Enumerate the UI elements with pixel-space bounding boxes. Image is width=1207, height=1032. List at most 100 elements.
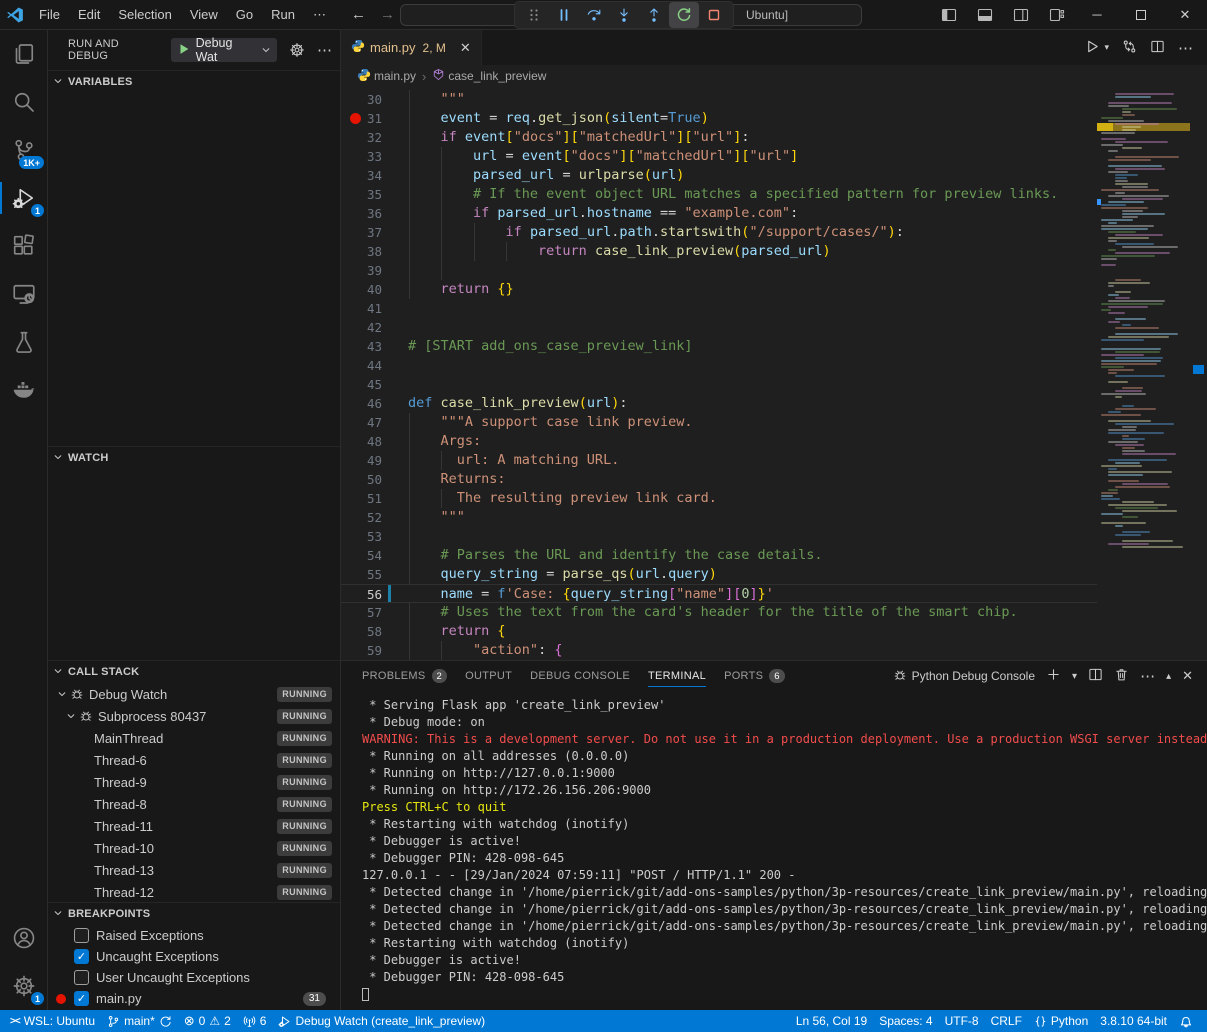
split-terminal-icon[interactable] bbox=[1088, 667, 1103, 685]
activity-search-icon[interactable] bbox=[0, 78, 47, 126]
line-number[interactable]: 54 bbox=[341, 546, 382, 565]
line-number[interactable]: 32 bbox=[341, 128, 382, 147]
menu-more[interactable]: ⋯ bbox=[304, 0, 335, 29]
activity-testing-icon[interactable] bbox=[0, 318, 47, 366]
breadcrumb-file[interactable]: main.py bbox=[374, 69, 416, 83]
toggle-secondary-sidebar-icon[interactable] bbox=[1003, 0, 1039, 29]
restart-icon[interactable] bbox=[669, 2, 699, 28]
toggle-sidebar-icon[interactable] bbox=[931, 0, 967, 29]
maximize-panel-chevron-icon[interactable]: ▴ bbox=[1166, 671, 1171, 682]
call-stack-item[interactable]: Thread-12RUNNING bbox=[48, 881, 340, 902]
status-cursor-position[interactable]: Ln 56, Col 19 bbox=[790, 1010, 873, 1032]
split-editor-icon[interactable] bbox=[1150, 39, 1165, 57]
activity-remote-explorer-icon[interactable] bbox=[0, 270, 47, 318]
status-git-branch[interactable]: main* bbox=[101, 1010, 178, 1032]
menu-run[interactable]: Run bbox=[262, 0, 304, 29]
activity-run-and-debug-icon[interactable]: 1 bbox=[0, 174, 47, 222]
line-number[interactable]: 49 bbox=[341, 451, 382, 470]
tab-close-icon[interactable]: ✕ bbox=[460, 40, 471, 56]
line-number[interactable]: 48 bbox=[341, 432, 382, 451]
call-stack-item[interactable]: Thread-8RUNNING bbox=[48, 793, 340, 815]
line-number[interactable]: 53 bbox=[341, 527, 382, 546]
line-number[interactable]: 33 bbox=[341, 147, 382, 166]
menu-edit[interactable]: Edit bbox=[69, 0, 109, 29]
step-over-icon[interactable] bbox=[579, 2, 609, 28]
breakpoint-item[interactable]: Raised Exceptions bbox=[48, 925, 340, 946]
breadcrumb-symbol[interactable]: case_link_preview bbox=[448, 69, 546, 83]
minimize-button[interactable]: ─ bbox=[1075, 0, 1119, 29]
pause-icon[interactable] bbox=[549, 2, 579, 28]
menu-file[interactable]: File bbox=[30, 0, 69, 29]
run-dropdown-chevron-icon[interactable]: ▾ bbox=[1104, 42, 1109, 53]
editor-more-actions-icon[interactable]: ⋯ bbox=[1178, 39, 1193, 57]
activity-explorer-icon[interactable] bbox=[0, 30, 47, 78]
line-number[interactable]: 56 bbox=[341, 585, 382, 602]
status-notifications[interactable] bbox=[1173, 1010, 1199, 1032]
customize-layout-icon[interactable] bbox=[1039, 0, 1075, 29]
line-number[interactable]: 34 bbox=[341, 166, 382, 185]
line-number[interactable]: 44 bbox=[341, 356, 382, 375]
tab-main-py[interactable]: main.py 2, M ✕ bbox=[341, 30, 482, 65]
line-number[interactable]: 40 bbox=[341, 280, 382, 299]
call-stack-item[interactable]: Thread-6RUNNING bbox=[48, 749, 340, 771]
line-number[interactable]: 58 bbox=[341, 622, 382, 641]
open-changes-icon[interactable] bbox=[1122, 39, 1137, 57]
terminal-output[interactable]: * Serving Flask app 'create_link_preview… bbox=[341, 691, 1207, 1010]
breakpoint-checkbox[interactable] bbox=[74, 970, 89, 985]
breakpoint-checkbox[interactable]: ✓ bbox=[74, 991, 89, 1006]
call-stack-section-header[interactable]: CALL STACK bbox=[48, 661, 340, 683]
panel-tab-problems[interactable]: PROBLEMS2 bbox=[362, 661, 447, 691]
kill-terminal-trash-icon[interactable] bbox=[1114, 667, 1129, 685]
code-editor[interactable]: 30 """31 event = req.get_json(silent=Tru… bbox=[341, 87, 1207, 660]
menu-go[interactable]: Go bbox=[227, 0, 262, 29]
call-stack-item[interactable]: Thread-10RUNNING bbox=[48, 837, 340, 859]
line-number[interactable]: 35 bbox=[341, 185, 382, 204]
breakpoint-dot-icon[interactable] bbox=[350, 113, 361, 124]
views-more-actions-icon[interactable]: ⋯ bbox=[317, 41, 332, 59]
debug-settings-gear-icon[interactable] bbox=[289, 42, 305, 58]
debug-config-dropdown[interactable]: Debug Wat bbox=[171, 38, 277, 62]
call-stack-item[interactable]: Thread-13RUNNING bbox=[48, 859, 340, 881]
line-number[interactable]: 46 bbox=[341, 394, 382, 413]
panel-tab-debug-console[interactable]: DEBUG CONSOLE bbox=[530, 661, 630, 691]
terminal-dropdown-chevron-icon[interactable]: ▾ bbox=[1072, 671, 1077, 682]
line-number[interactable]: 31 bbox=[341, 109, 382, 128]
panel-tab-output[interactable]: OUTPUT bbox=[465, 661, 512, 691]
panel-tab-ports[interactable]: PORTS6 bbox=[724, 661, 785, 691]
toggle-panel-icon[interactable] bbox=[967, 0, 1003, 29]
stop-icon[interactable] bbox=[699, 2, 729, 28]
status-language-mode[interactable]: Python bbox=[1028, 1010, 1094, 1032]
close-panel-icon[interactable]: ✕ bbox=[1182, 668, 1193, 684]
status-remote-indicator[interactable]: ><WSL: Ubuntu bbox=[4, 1010, 101, 1032]
call-stack-item[interactable]: Thread-9RUNNING bbox=[48, 771, 340, 793]
panel-more-actions-icon[interactable]: ⋯ bbox=[1140, 667, 1155, 685]
line-number[interactable]: 55 bbox=[341, 565, 382, 584]
breakpoint-item[interactable]: User Uncaught Exceptions bbox=[48, 967, 340, 988]
activity-accounts-icon[interactable] bbox=[0, 914, 47, 962]
step-out-icon[interactable] bbox=[639, 2, 669, 28]
status-debug-session[interactable]: Debug Watch (create_link_preview) bbox=[272, 1010, 491, 1032]
navigate-forward-button[interactable]: → bbox=[380, 6, 395, 23]
breakpoint-item[interactable]: ✓Uncaught Exceptions bbox=[48, 946, 340, 967]
line-number[interactable]: 36 bbox=[341, 204, 382, 223]
editor-scrollbar[interactable] bbox=[1190, 87, 1207, 660]
variables-section-header[interactable]: VARIABLES bbox=[48, 71, 340, 93]
run-python-file-icon[interactable] bbox=[1085, 39, 1100, 57]
call-stack-item[interactable]: Debug WatchRUNNING bbox=[48, 683, 340, 705]
menu-selection[interactable]: Selection bbox=[109, 0, 180, 29]
step-into-icon[interactable] bbox=[609, 2, 639, 28]
call-stack-item[interactable]: MainThreadRUNNING bbox=[48, 727, 340, 749]
breakpoints-section-header[interactable]: BREAKPOINTS bbox=[48, 903, 340, 925]
status-eol[interactable]: CRLF bbox=[985, 1010, 1028, 1032]
line-number[interactable]: 57 bbox=[341, 603, 382, 622]
breakpoint-checkbox[interactable]: ✓ bbox=[74, 949, 89, 964]
line-number[interactable]: 47 bbox=[341, 413, 382, 432]
terminal-instance-label[interactable]: Python Debug Console bbox=[893, 668, 1035, 685]
status-ports[interactable]: 6 bbox=[237, 1010, 273, 1032]
call-stack-item[interactable]: Thread-11RUNNING bbox=[48, 815, 340, 837]
activity-source-control-icon[interactable]: 1K+ bbox=[0, 126, 47, 174]
start-debugging-icon[interactable] bbox=[177, 42, 191, 59]
line-number[interactable]: 45 bbox=[341, 375, 382, 394]
line-number[interactable]: 52 bbox=[341, 508, 382, 527]
status-indentation[interactable]: Spaces: 4 bbox=[873, 1010, 938, 1032]
